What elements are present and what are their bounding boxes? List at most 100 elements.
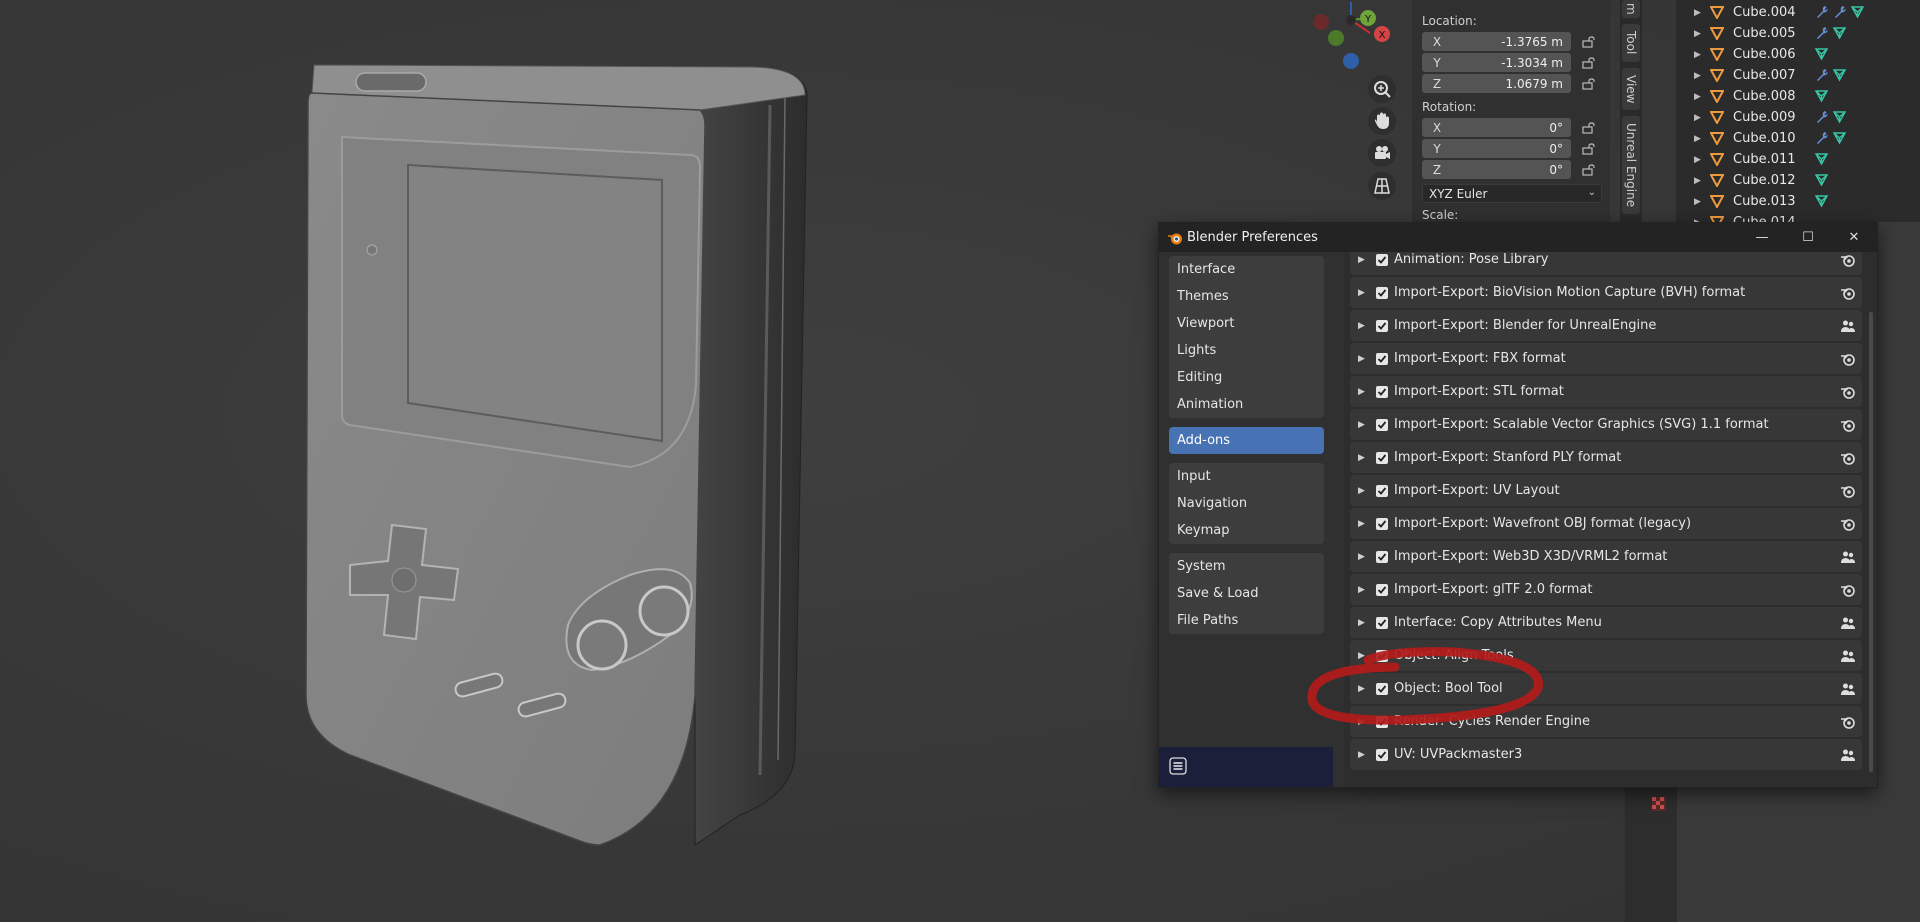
location-z-field[interactable]: Z 1.0679 m	[1422, 74, 1571, 93]
zoom-icon[interactable]	[1368, 75, 1396, 103]
navigation-gizmo[interactable]: Y X	[1306, 0, 1396, 72]
outliner-row[interactable]: ▶ Cube.005	[1676, 23, 1920, 44]
addon-row[interactable]: ▶ Import-Export: Stanford PLY format	[1350, 442, 1862, 473]
outliner-item-name[interactable]: Cube.007	[1733, 68, 1796, 83]
outliner-item-name[interactable]: Cube.005	[1733, 26, 1796, 41]
enable-checkbox[interactable]	[1376, 352, 1388, 365]
mesh-data-icon[interactable]	[1832, 25, 1847, 40]
grid-ortho-icon[interactable]	[1368, 172, 1396, 200]
nav-item-add-ons[interactable]: Add-ons	[1169, 427, 1324, 454]
lock-icon[interactable]	[1582, 143, 1596, 155]
addon-row[interactable]: ▶ Import-Export: Blender for UnrealEngine	[1350, 310, 1862, 341]
window-titlebar[interactable]: Blender Preferences — ☐ ✕	[1159, 223, 1877, 252]
addon-row[interactable]: ▶ Import-Export: STL format	[1350, 376, 1862, 407]
enable-checkbox[interactable]	[1376, 748, 1388, 761]
enable-checkbox[interactable]	[1376, 715, 1388, 728]
nav-item-navigation[interactable]: Navigation	[1169, 490, 1324, 517]
rotation-mode-select[interactable]: XYZ Euler ⌄	[1422, 184, 1602, 203]
lock-icon[interactable]	[1582, 122, 1596, 134]
nav-item-file-paths[interactable]: File Paths	[1169, 607, 1324, 634]
mesh-data-icon[interactable]	[1832, 130, 1847, 145]
expand-arrow-icon[interactable]: ▶	[1694, 155, 1701, 165]
outliner-item-name[interactable]: Cube.008	[1733, 89, 1796, 104]
addon-row[interactable]: ▶ Animation: Pose Library	[1350, 252, 1862, 275]
addon-row[interactable]: ▶ Interface: Copy Attributes Menu	[1350, 607, 1862, 638]
expand-arrow-icon[interactable]: ▶	[1694, 50, 1701, 60]
expand-arrow-icon[interactable]: ▶	[1694, 71, 1701, 81]
wrench-icon[interactable]	[1814, 4, 1829, 19]
addon-row[interactable]: ▶ Object: Bool Tool	[1350, 673, 1862, 704]
expand-arrow-icon[interactable]: ▶	[1694, 197, 1701, 207]
outliner-row[interactable]: ▶ Cube.011	[1676, 149, 1920, 170]
outliner-row[interactable]: ▶ Cube.009	[1676, 107, 1920, 128]
outliner-row[interactable]: ▶ Cube.013	[1676, 191, 1920, 212]
outliner-row[interactable]: ▶ Cube.007	[1676, 65, 1920, 86]
lock-icon[interactable]	[1582, 57, 1596, 69]
mesh-data-icon[interactable]	[1814, 46, 1829, 61]
expand-arrow-icon[interactable]: ▶	[1358, 486, 1365, 496]
tab-item[interactable]: m	[1622, 0, 1640, 18]
mesh-data-icon[interactable]	[1832, 67, 1847, 82]
expand-arrow-icon[interactable]: ▶	[1358, 288, 1365, 298]
addons-list[interactable]: ▶ Animation: Pose Library ▶ Import-Export: …	[1344, 252, 1877, 787]
nav-item-interface[interactable]: Interface	[1169, 256, 1324, 283]
enable-checkbox[interactable]	[1376, 682, 1388, 695]
outliner-row[interactable]: ▶ Cube.006	[1676, 44, 1920, 65]
close-button[interactable]: ✕	[1831, 223, 1877, 252]
nav-item-input[interactable]: Input	[1169, 463, 1324, 490]
hand-pan-icon[interactable]	[1368, 107, 1396, 135]
addon-row[interactable]: ▶ UV: UVPackmaster3	[1350, 739, 1862, 770]
nav-item-themes[interactable]: Themes	[1169, 283, 1324, 310]
nav-item-keymap[interactable]: Keymap	[1169, 517, 1324, 544]
nav-item-editing[interactable]: Editing	[1169, 364, 1324, 391]
nav-item-viewport[interactable]: Viewport	[1169, 310, 1324, 337]
camera-icon[interactable]	[1368, 139, 1396, 167]
enable-checkbox[interactable]	[1376, 649, 1388, 662]
mesh-data-icon[interactable]	[1814, 193, 1829, 208]
outliner-row[interactable]: ▶ Cube.012	[1676, 170, 1920, 191]
rotation-y-field[interactable]: Y 0°	[1422, 139, 1571, 158]
mesh-data-icon[interactable]	[1832, 109, 1847, 124]
texture-icon[interactable]	[1651, 796, 1667, 812]
outliner-item-name[interactable]: Cube.013	[1733, 194, 1796, 209]
outliner-item-name[interactable]: Cube.009	[1733, 110, 1796, 125]
outliner[interactable]: ▶ Cube.004 ▶ Cube.005 ▶ Cube.006 ▶ Cube.007 ▶ Cub…	[1676, 0, 1920, 230]
expand-arrow-icon[interactable]: ▶	[1358, 387, 1365, 397]
outliner-item-name[interactable]: Cube.011	[1733, 152, 1796, 167]
tab-view[interactable]: View	[1622, 68, 1640, 110]
expand-arrow-icon[interactable]: ▶	[1358, 321, 1365, 331]
location-y-field[interactable]: Y -1.3034 m	[1422, 53, 1571, 72]
tab-tool[interactable]: Tool	[1622, 24, 1640, 62]
rotation-x-field[interactable]: X 0°	[1422, 118, 1571, 137]
enable-checkbox[interactable]	[1376, 550, 1388, 563]
nav-item-lights[interactable]: Lights	[1169, 337, 1324, 364]
enable-checkbox[interactable]	[1376, 385, 1388, 398]
expand-arrow-icon[interactable]: ▶	[1358, 354, 1365, 364]
enable-checkbox[interactable]	[1376, 517, 1388, 530]
wrench-icon[interactable]	[1814, 67, 1829, 82]
enable-checkbox[interactable]	[1376, 484, 1388, 497]
expand-arrow-icon[interactable]: ▶	[1358, 255, 1365, 265]
addon-row[interactable]: ▶ Import-Export: UV Layout	[1350, 475, 1862, 506]
expand-arrow-icon[interactable]: ▶	[1358, 519, 1365, 529]
addon-row[interactable]: ▶ Import-Export: glTF 2.0 format	[1350, 574, 1862, 605]
nav-item-system[interactable]: System	[1169, 553, 1324, 580]
addon-row[interactable]: ▶ Import-Export: Web3D X3D/VRML2 format	[1350, 541, 1862, 572]
addon-row[interactable]: ▶ Render: Cycles Render Engine	[1350, 706, 1862, 737]
nav-item-animation[interactable]: Animation	[1169, 391, 1324, 418]
addon-row[interactable]: ▶ Object: Align Tools	[1350, 640, 1862, 671]
location-x-field[interactable]: X -1.3765 m	[1422, 32, 1571, 51]
expand-arrow-icon[interactable]: ▶	[1694, 8, 1701, 18]
wrench-icon[interactable]	[1814, 25, 1829, 40]
mesh-data-icon[interactable]	[1814, 151, 1829, 166]
addon-row[interactable]: ▶ Import-Export: Scalable Vector Graphics…	[1350, 409, 1862, 440]
expand-arrow-icon[interactable]: ▶	[1694, 176, 1701, 186]
wrench-icon[interactable]	[1814, 130, 1829, 145]
expand-arrow-icon[interactable]: ▶	[1358, 717, 1365, 727]
lock-icon[interactable]	[1582, 78, 1596, 90]
lock-icon[interactable]	[1582, 36, 1596, 48]
outliner-row[interactable]: ▶ Cube.004	[1676, 2, 1920, 23]
addon-row[interactable]: ▶ Import-Export: Wavefront OBJ format (le…	[1350, 508, 1862, 539]
scrollbar[interactable]	[1869, 312, 1873, 772]
minimize-button[interactable]: —	[1739, 223, 1785, 252]
